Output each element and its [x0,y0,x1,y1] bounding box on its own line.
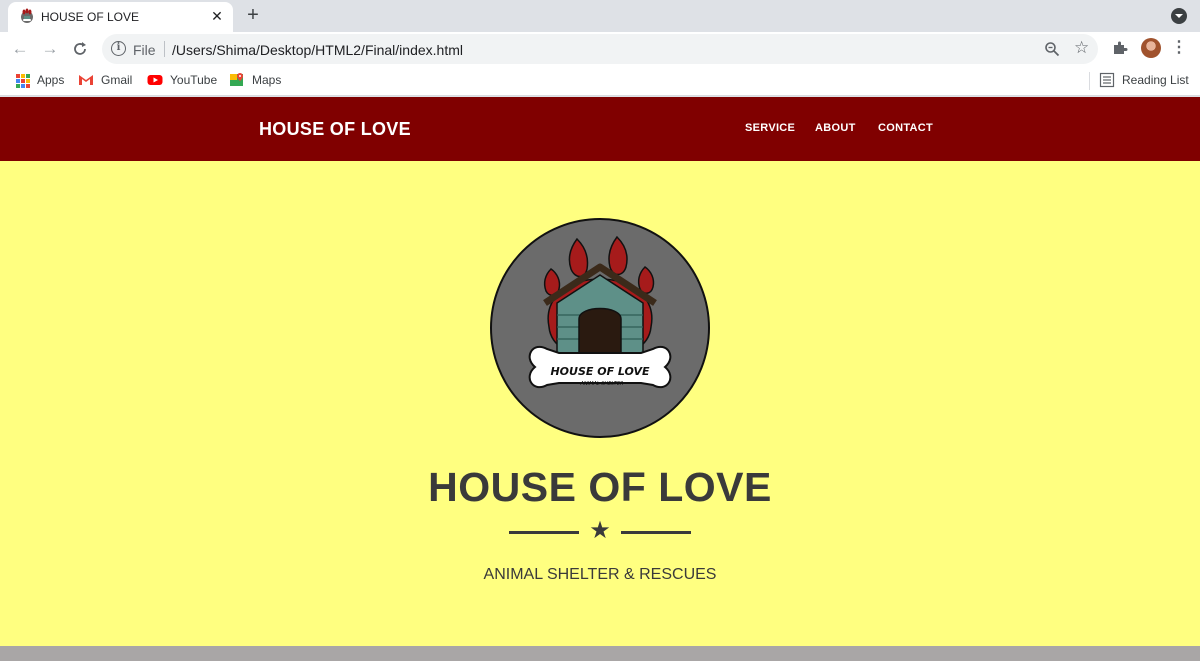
site-brand-link[interactable]: HOUSE OF LOVE [259,119,411,140]
star-icon: ★ [589,517,611,544]
bookmarks-bar: Apps Gmail YouTube Maps Reading List [0,66,1200,96]
bookmark-label: YouTube [170,73,218,87]
browser-tab-strip: HOUSE OF LOVE ✕ + [0,0,1200,32]
bookmark-apps[interactable]: Apps [14,72,64,88]
omnibox-separator [164,41,165,57]
nav-link-contact[interactable]: CONTACT [878,122,933,134]
paw-favicon-icon [21,8,33,23]
forward-arrow-icon[interactable]: → [40,39,60,59]
reload-icon[interactable] [70,39,90,59]
extensions-puzzle-icon[interactable] [1111,39,1129,57]
address-bar[interactable]: i File /Users/Shima/Desktop/HTML2/Final/… [102,34,1098,64]
apps-grid-icon [14,72,30,88]
logo-text: HOUSE OF LOVE [550,365,650,378]
reading-list-icon [1099,72,1115,88]
maps-icon [230,73,243,86]
site-info-icon[interactable]: i [111,41,126,56]
browser-tab[interactable]: HOUSE OF LOVE ✕ [8,2,233,32]
divider-line-right [621,531,691,534]
reading-list-button[interactable]: Reading List [1099,72,1189,88]
nav-link-about[interactable]: ABOUT [815,122,856,134]
hero-subtitle: ANIMAL SHELTER & RESCUES [483,566,717,583]
bookmark-label: Gmail [101,73,133,87]
tab-close-icon[interactable]: ✕ [209,8,225,24]
logo-subtext: ANIMAL SHELTER [580,381,624,387]
divider-line-left [509,531,579,534]
url-scheme: File [133,42,156,58]
bookmark-label: Maps [252,73,282,87]
star-divider: ★ [509,517,691,546]
hero-title: HOUSE OF LOVE [428,464,772,510]
hero-section: HOUSE OF LOVE ANIMAL SHELTER HOUSE OF LO… [0,161,1200,646]
tab-title: HOUSE OF LOVE [41,10,140,24]
bookmark-star-icon[interactable]: ☆ [1074,39,1092,57]
web-page: HOUSE OF LOVE SERVICE ABOUT CONTACT HOUS… [0,97,1200,661]
new-tab-button[interactable]: + [243,5,263,25]
nav-link-service[interactable]: SERVICE [745,122,795,134]
bookmark-youtube[interactable]: YouTube [147,72,217,88]
bookmark-label: Apps [37,73,65,87]
reading-list-label: Reading List [1122,73,1189,87]
gmail-icon [79,75,93,85]
tab-search-icon[interactable] [1171,8,1187,24]
bookmark-maps[interactable]: Maps [229,72,281,88]
url-text[interactable]: /Users/Shima/Desktop/HTML2/Final/index.h… [172,42,463,58]
back-arrow-icon[interactable]: ← [10,39,30,59]
zoom-icon[interactable] [1044,41,1060,57]
browser-toolbar: ← → i File /Users/Shima/Desktop/HTML2/Fi… [0,32,1200,66]
site-navbar: HOUSE OF LOVE SERVICE ABOUT CONTACT [0,97,1200,161]
youtube-icon [147,75,163,85]
browser-menu-icon[interactable]: ⋮ [1171,40,1187,56]
next-section-edge [0,646,1200,661]
bookmarks-separator [1089,72,1090,90]
shelter-logo: HOUSE OF LOVE ANIMAL SHELTER [490,218,710,438]
profile-avatar[interactable] [1141,38,1161,58]
bookmark-gmail[interactable]: Gmail [78,72,132,88]
